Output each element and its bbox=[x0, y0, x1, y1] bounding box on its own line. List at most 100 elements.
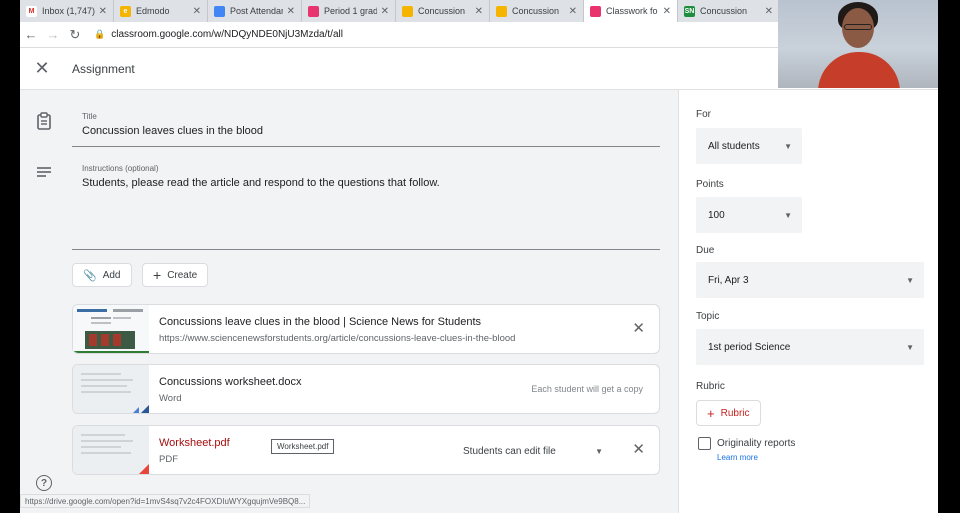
rubric-button-label: Rubric bbox=[720, 407, 750, 419]
attachment-pdf-card[interactable]: Worksheet.pdf PDF Worksheet.pdf Students… bbox=[72, 425, 660, 475]
article-thumbnail bbox=[73, 305, 149, 353]
tab-favicon-icon bbox=[496, 5, 507, 17]
browser-tab[interactable]: Classwork fo ✕ bbox=[584, 0, 678, 22]
close-tab-icon[interactable]: ✕ bbox=[663, 6, 671, 17]
title-field-label: Title bbox=[82, 112, 97, 121]
tab-title: Edmodo bbox=[136, 6, 170, 16]
attachment-type: Word bbox=[159, 393, 182, 404]
close-tab-icon[interactable]: ✕ bbox=[193, 6, 201, 17]
points-dropdown[interactable]: 100 ▼ bbox=[696, 197, 802, 233]
attachment-title[interactable]: Worksheet.pdf bbox=[159, 437, 230, 449]
title-field-value: Concussion leaves clues in the blood bbox=[82, 125, 264, 137]
url-text: classroom.google.com/w/NDQyNDE0NjU3Mzda/… bbox=[111, 29, 343, 40]
attachment-link-card[interactable]: Concussions leave clues in the blood | S… bbox=[72, 304, 660, 354]
tab-favicon-icon bbox=[402, 5, 413, 17]
filename-tooltip: Worksheet.pdf bbox=[271, 439, 335, 454]
tab-title: Post Attendance bbox=[230, 6, 283, 16]
originality-checkbox[interactable] bbox=[698, 437, 711, 450]
caret-down-icon: ▼ bbox=[906, 275, 914, 285]
learn-more-link[interactable]: Learn more bbox=[717, 453, 758, 462]
originality-label: Originality reports bbox=[717, 438, 796, 449]
close-tab-icon[interactable]: ✕ bbox=[99, 6, 107, 17]
url-field[interactable]: 🔒 classroom.google.com/w/NDQyNDE0NjU3Mzd… bbox=[94, 25, 774, 45]
caret-down-icon: ▼ bbox=[784, 210, 792, 220]
screen: MInbox (1,747)✕eEdmodo✕Post Attendance✕P… bbox=[20, 0, 938, 513]
attachment-title[interactable]: Concussions worksheet.docx bbox=[159, 376, 301, 388]
create-button[interactable]: + Create bbox=[142, 263, 209, 287]
tab-title: Period 1 grade bbox=[324, 6, 377, 16]
create-button-label: Create bbox=[167, 269, 198, 281]
points-value: 100 bbox=[708, 209, 725, 221]
for-dropdown[interactable]: All students ▼ bbox=[696, 128, 802, 164]
plus-icon: + bbox=[153, 267, 162, 283]
caret-down-icon: ▼ bbox=[906, 342, 914, 352]
back-arrow-icon[interactable]: ← bbox=[20, 27, 42, 42]
remove-attachment-icon[interactable]: ✕ bbox=[632, 319, 645, 337]
attachment-doc-card[interactable]: Concussions worksheet.docx Word Each stu… bbox=[72, 364, 660, 414]
tab-favicon-icon bbox=[590, 5, 601, 17]
instructions-field-label: Instructions (optional) bbox=[82, 164, 159, 173]
tab-title: Concussion bbox=[418, 6, 466, 16]
topic-dropdown[interactable]: 1st period Science ▼ bbox=[696, 329, 924, 365]
tab-title: Inbox (1,747) bbox=[42, 6, 95, 16]
rubric-label: Rubric bbox=[696, 381, 725, 392]
tab-favicon-icon: M bbox=[26, 5, 37, 17]
close-tab-icon[interactable]: ✕ bbox=[381, 6, 389, 17]
remove-attachment-icon[interactable]: ✕ bbox=[632, 440, 645, 458]
settings-panel: For All students ▼ Points 100 ▼ Due Fri,… bbox=[678, 90, 938, 513]
topic-label: Topic bbox=[696, 311, 720, 322]
tab-favicon-icon: SN bbox=[684, 5, 695, 17]
attachment-type: PDF bbox=[159, 454, 178, 465]
tab-favicon-icon bbox=[308, 5, 319, 17]
instructions-field-value: Students, please read the article and re… bbox=[82, 177, 440, 189]
instructions-lines-icon bbox=[36, 166, 56, 178]
close-tab-icon[interactable]: ✕ bbox=[765, 6, 773, 17]
close-icon[interactable]: ✕ bbox=[20, 58, 64, 79]
doc-thumbnail bbox=[73, 365, 149, 413]
add-button-label: Add bbox=[102, 269, 121, 281]
for-value: All students bbox=[708, 140, 760, 152]
reload-icon[interactable]: ↻ bbox=[64, 27, 86, 43]
points-label: Points bbox=[696, 179, 724, 190]
instructions-field[interactable]: Instructions (optional) Students, please… bbox=[72, 158, 660, 250]
sharing-dropdown[interactable]: Students can edit file ▼ bbox=[453, 438, 613, 464]
browser-tab-strip: MInbox (1,747)✕eEdmodo✕Post Attendance✕P… bbox=[20, 0, 780, 22]
caret-down-icon: ▼ bbox=[784, 141, 792, 151]
address-bar: ← → ↻ 🔒 classroom.google.com/w/NDQyNDE0N… bbox=[20, 22, 780, 48]
status-bar-url: https://drive.google.com/open?id=1mvS4sq… bbox=[20, 494, 311, 508]
add-rubric-button[interactable]: + Rubric bbox=[696, 400, 761, 426]
help-icon[interactable]: ? bbox=[36, 475, 52, 491]
tab-title: Classwork fo bbox=[606, 6, 658, 16]
browser-tab[interactable]: Period 1 grade ✕ bbox=[302, 0, 396, 22]
caret-down-icon: ▼ bbox=[595, 446, 603, 456]
close-tab-icon[interactable]: ✕ bbox=[287, 6, 295, 17]
browser-tab[interactable]: M Inbox (1,747) ✕ bbox=[20, 0, 114, 22]
page-title: Assignment bbox=[72, 61, 135, 76]
copy-note: Each student will get a copy bbox=[531, 384, 643, 394]
browser-tab[interactable]: e Edmodo ✕ bbox=[114, 0, 208, 22]
add-button[interactable]: 📎 Add bbox=[72, 263, 132, 287]
paperclip-icon: 📎 bbox=[83, 269, 97, 282]
tab-favicon-icon: e bbox=[120, 5, 131, 17]
browser-tab[interactable]: Concussion ✕ bbox=[396, 0, 490, 22]
forward-arrow-icon[interactable]: → bbox=[42, 27, 64, 42]
close-tab-icon[interactable]: ✕ bbox=[569, 6, 577, 17]
tab-favicon-icon bbox=[214, 5, 225, 17]
due-dropdown[interactable]: Fri, Apr 3 ▼ bbox=[696, 262, 924, 298]
lock-icon: 🔒 bbox=[94, 29, 106, 39]
browser-tab[interactable]: SN Concussion ✕ bbox=[678, 0, 780, 22]
due-value: Fri, Apr 3 bbox=[708, 274, 749, 286]
attachment-title[interactable]: Concussions leave clues in the blood | S… bbox=[159, 316, 481, 328]
main-form-panel: Title Concussion leaves clues in the blo… bbox=[20, 90, 678, 513]
due-label: Due bbox=[696, 245, 715, 256]
close-tab-icon[interactable]: ✕ bbox=[475, 6, 483, 17]
title-field[interactable]: Title Concussion leaves clues in the blo… bbox=[72, 106, 660, 147]
browser-tab[interactable]: Post Attendance ✕ bbox=[208, 0, 302, 22]
assignment-header: ✕ Assignment bbox=[20, 48, 938, 90]
for-label: For bbox=[696, 109, 711, 120]
pdf-thumbnail bbox=[73, 426, 149, 474]
webcam-person-glasses bbox=[844, 24, 872, 30]
tab-title: Concussion bbox=[700, 6, 748, 16]
plus-icon: + bbox=[707, 405, 715, 421]
browser-tab[interactable]: Concussion ✕ bbox=[490, 0, 584, 22]
